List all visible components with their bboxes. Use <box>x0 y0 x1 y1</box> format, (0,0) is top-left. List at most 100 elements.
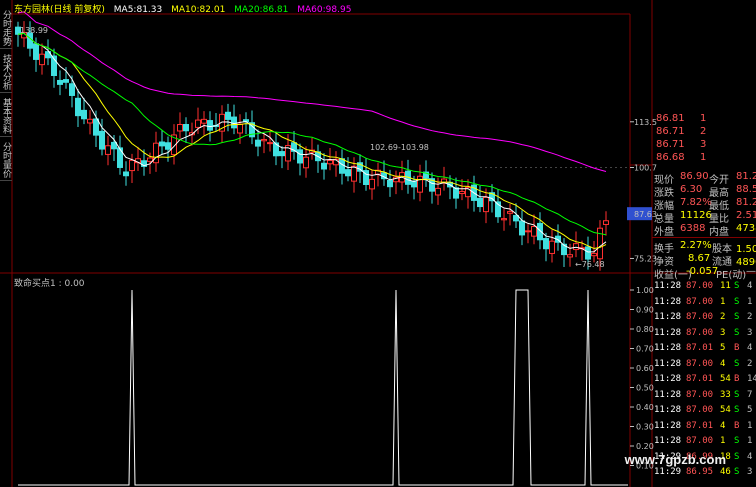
indicator-tick-label: 0.20 <box>636 442 654 451</box>
trade-count: 1 <box>747 296 753 307</box>
candle-body <box>147 157 153 162</box>
trade-count: 1 <box>747 420 753 431</box>
trade-volume: 11 <box>720 281 731 291</box>
tab-intraday[interactable]: 分时走势 <box>0 8 12 49</box>
trade-price: 87.00 <box>686 327 714 338</box>
trade-count: 4 <box>747 451 753 462</box>
candle-body <box>231 116 237 129</box>
trade-price: 87.00 <box>686 436 714 446</box>
trade-time: 11:28 <box>654 374 682 384</box>
trade-count: 1 <box>747 436 753 446</box>
trade-side: B <box>734 420 740 431</box>
trade-volume: 5 <box>720 343 726 353</box>
ma20-line <box>17 32 607 236</box>
trade-count: 5 <box>747 405 753 415</box>
candle-body <box>339 158 345 174</box>
ma5-legend: MA5:81.33 <box>113 5 163 15</box>
candle-body <box>603 220 609 225</box>
ask-level[interactable]: 86.68 1 <box>654 152 754 164</box>
trade-price: 86.95 <box>686 467 714 477</box>
trade-side: S <box>734 281 740 291</box>
candle-body <box>417 175 423 193</box>
tab-technical[interactable]: 技术分析 <box>0 52 12 93</box>
trade-time: 11:28 <box>654 436 682 446</box>
candle-body <box>303 156 309 169</box>
candle-body <box>507 211 513 214</box>
trade-row: 11:28 87.00 33 S 7 <box>654 390 754 401</box>
candle-body <box>195 119 201 128</box>
tab-price-volume[interactable]: 分时量价 <box>0 140 12 181</box>
trade-price: 87.01 <box>686 343 714 353</box>
quote-row-volume: 总量 11126 量比 2.51 <box>654 210 756 225</box>
trade-row: 11:28 87.00 2 S 2 <box>654 312 754 323</box>
candle-body <box>369 178 375 190</box>
ma60-legend: MA60:98.95 <box>297 5 352 15</box>
ma20-legend: MA20:86.81 <box>234 5 289 15</box>
quote-row-price: 现价86.90今开81.20 <box>654 171 756 186</box>
ask-level[interactable]: 86.71 2 <box>654 126 754 138</box>
candle-body <box>351 165 357 182</box>
trade-volume: 33 <box>720 389 731 400</box>
candle-body <box>33 43 39 60</box>
trade-side: S <box>734 451 740 462</box>
trade-row: 11:28 87.01 4 B 1 <box>654 421 754 432</box>
trade-price: 87.00 <box>686 358 714 369</box>
quote-row-netasset: 净资8.67流通4890万 <box>654 253 756 268</box>
trade-row: 11:28 87.00 3 S 3 <box>654 328 754 339</box>
tab-fundamentals[interactable]: 基本资料 <box>0 96 12 137</box>
candle-body <box>225 111 231 120</box>
indicator-tick-label: 0.30 <box>636 423 654 432</box>
candle-body <box>585 246 591 260</box>
candle-body <box>57 79 63 85</box>
trade-volume: 4 <box>720 358 726 369</box>
watermark: www.7gpzb.com <box>624 452 726 467</box>
candle-body <box>177 124 183 132</box>
trade-side: S <box>734 467 740 477</box>
range-label: 102.69-103.98 <box>370 143 429 152</box>
trade-side: S <box>734 436 740 446</box>
candle-body <box>483 196 489 213</box>
quote-row-pct: 涨幅7.82%最低81.20 <box>654 197 756 212</box>
trade-volume: 3 <box>720 327 726 338</box>
quote-row-outer: 外盘6388内盘4738 <box>654 223 756 238</box>
candle-body <box>111 141 117 150</box>
trade-volume: 54 <box>720 405 731 415</box>
trade-time: 11:28 <box>654 343 682 353</box>
candle-body <box>123 171 129 177</box>
candle-body <box>477 197 483 208</box>
quote-row-eps: 收益(一) -0.057 PE(动) — <box>654 266 756 281</box>
trade-side: B <box>734 374 740 384</box>
candle-body <box>69 83 75 96</box>
candle-body <box>501 218 507 221</box>
trade-row: 11:28 87.00 54 S 5 <box>654 405 754 416</box>
candle-body <box>459 191 465 195</box>
trade-price: 87.01 <box>686 420 714 431</box>
trade-time: 11:28 <box>654 420 682 431</box>
candle-body <box>297 149 303 164</box>
trade-row: 11:28 87.01 54 B 14 <box>654 374 756 385</box>
kline-chart[interactable]: 113.5100.787.6375.23138.99102.69-103.98←… <box>0 0 756 487</box>
trade-count: 3 <box>747 327 753 338</box>
candle-body <box>567 254 573 258</box>
candle-body <box>435 187 441 196</box>
candle-body <box>453 187 459 199</box>
trade-count: 14 <box>747 374 756 384</box>
trade-side: S <box>734 389 740 400</box>
candle-body <box>165 142 171 150</box>
candle-body <box>591 252 597 257</box>
trade-side: B <box>734 343 740 353</box>
trade-side: S <box>734 296 740 307</box>
trade-count: 4 <box>747 343 753 353</box>
trade-volume: 1 <box>720 436 726 446</box>
candle-body <box>207 120 213 131</box>
indicator-tick-label: 0.40 <box>636 403 654 412</box>
trade-price: 87.00 <box>686 389 714 400</box>
ask-level[interactable]: 86.71 3 <box>654 139 754 151</box>
indicator-tick-label: 0.80 <box>636 325 654 334</box>
trade-price: 87.00 <box>686 281 714 291</box>
candle-body <box>39 53 45 66</box>
ask-level[interactable]: 86.81 1 <box>654 113 754 125</box>
trade-time: 11:28 <box>654 312 682 322</box>
trade-side: S <box>734 327 740 338</box>
candle-body <box>549 240 555 254</box>
